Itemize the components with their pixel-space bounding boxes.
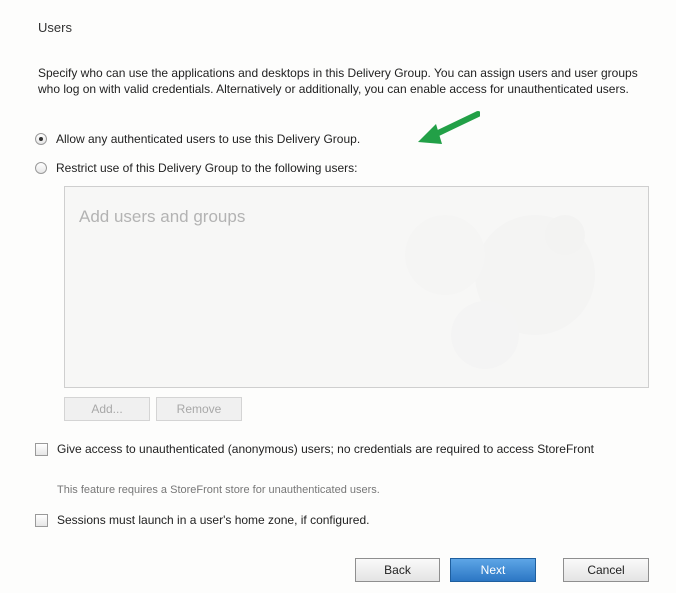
allow-any-users-option[interactable]: Allow any authenticated users to use thi… [35,132,360,146]
home-zone-label[interactable]: Sessions must launch in a user's home zo… [57,512,369,529]
unauthenticated-note: This feature requires a StoreFront store… [57,484,380,496]
delivery-group-users-page: Users Specify who can use the applicatio… [0,0,676,593]
annotation-arrow-icon [418,111,480,144]
restrict-users-option[interactable]: Restrict use of this Delivery Group to t… [35,161,357,175]
home-zone-checkbox[interactable] [35,514,48,527]
unauthenticated-access-label[interactable]: Give access to unauthenticated (anonymou… [57,441,627,458]
users-list-placeholder: Add users and groups [79,207,246,226]
page-title: Users [38,20,72,35]
home-zone-option[interactable]: Sessions must launch in a user's home zo… [35,512,369,529]
allow-any-users-radio[interactable] [35,133,47,145]
unauthenticated-access-option[interactable]: Give access to unauthenticated (anonymou… [35,441,635,458]
users-list-box[interactable]: Add users and groups [64,186,649,388]
watermark-graphic-icon [405,215,595,369]
restrict-users-radio[interactable] [35,162,47,174]
section-description: Specify who can use the applications and… [38,66,638,96]
allow-any-users-label[interactable]: Allow any authenticated users to use thi… [56,132,360,146]
remove-users-button[interactable]: Remove [156,397,242,421]
back-button[interactable]: Back [355,558,440,582]
add-users-button[interactable]: Add... [64,397,150,421]
cancel-button[interactable]: Cancel [563,558,649,582]
next-button[interactable]: Next [450,558,536,582]
restrict-users-label[interactable]: Restrict use of this Delivery Group to t… [56,161,357,175]
unauthenticated-access-checkbox[interactable] [35,443,48,456]
